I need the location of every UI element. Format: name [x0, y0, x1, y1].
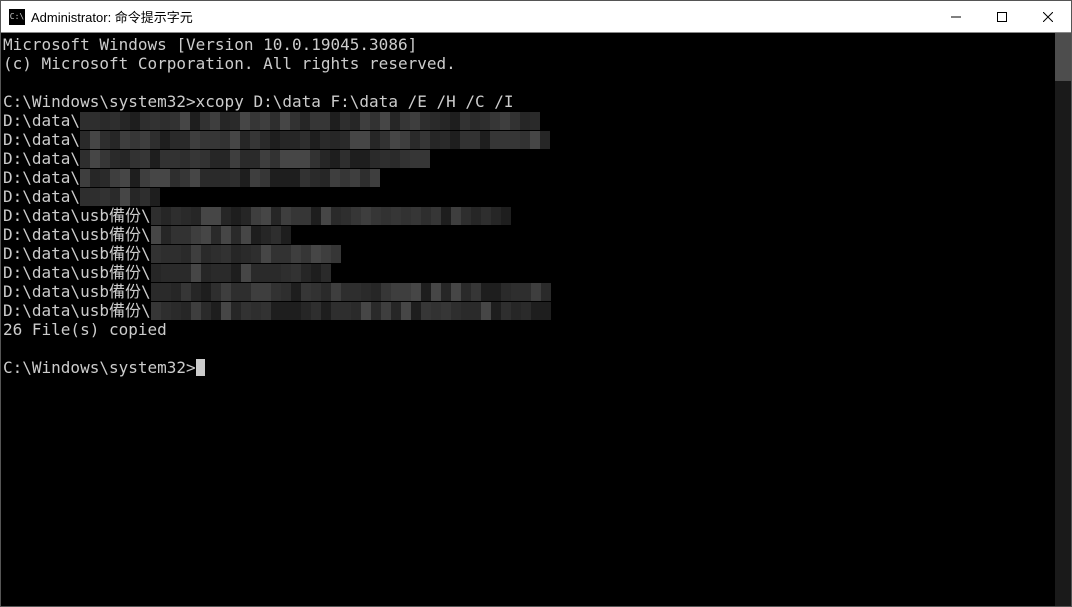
output-line: D:\data\usb備份\ [3, 244, 1055, 263]
redacted-text [80, 169, 380, 187]
redacted-text [80, 188, 160, 206]
output-line: D:\data\ [3, 111, 1055, 130]
redacted-text [80, 112, 540, 130]
cmd-icon: C:\ [9, 9, 25, 25]
client-area: Microsoft Windows [Version 10.0.19045.30… [1, 33, 1071, 606]
output-line [3, 339, 1055, 358]
redacted-text [80, 131, 550, 149]
titlebar[interactable]: C:\ Administrator: 命令提示字元 [1, 1, 1071, 33]
redacted-text [151, 302, 551, 320]
output-line: Microsoft Windows [Version 10.0.19045.30… [3, 35, 1055, 54]
output-line: D:\data\usb備份\ [3, 206, 1055, 225]
output-line: 26 File(s) copied [3, 320, 1055, 339]
close-button[interactable] [1025, 1, 1071, 32]
output-line: D:\data\usb備份\ [3, 225, 1055, 244]
cursor [196, 359, 205, 376]
output-line: D:\data\ [3, 149, 1055, 168]
redacted-text [80, 150, 430, 168]
redacted-text [151, 245, 341, 263]
output-line: D:\data\ [3, 187, 1055, 206]
redacted-text [151, 264, 331, 282]
scrollbar-thumb[interactable] [1055, 33, 1071, 81]
terminal-output[interactable]: Microsoft Windows [Version 10.0.19045.30… [1, 33, 1055, 606]
cmd-window: C:\ Administrator: 命令提示字元 Microsoft Wind… [0, 0, 1072, 607]
window-title: Administrator: 命令提示字元 [31, 7, 193, 26]
output-line: (c) Microsoft Corporation. All rights re… [3, 54, 1055, 73]
minimize-button[interactable] [933, 1, 979, 32]
output-line: D:\data\ [3, 130, 1055, 149]
output-line: D:\data\ [3, 168, 1055, 187]
output-line: D:\data\usb備份\ [3, 301, 1055, 320]
redacted-text [151, 207, 511, 225]
redacted-text [151, 283, 551, 301]
redacted-text [151, 226, 291, 244]
scrollbar[interactable] [1055, 33, 1071, 606]
output-line: D:\data\usb備份\ [3, 282, 1055, 301]
maximize-button[interactable] [979, 1, 1025, 32]
output-line: C:\Windows\system32>xcopy D:\data F:\dat… [3, 92, 1055, 111]
output-line [3, 73, 1055, 92]
output-line: D:\data\usb備份\ [3, 263, 1055, 282]
prompt-line: C:\Windows\system32> [3, 358, 1055, 377]
